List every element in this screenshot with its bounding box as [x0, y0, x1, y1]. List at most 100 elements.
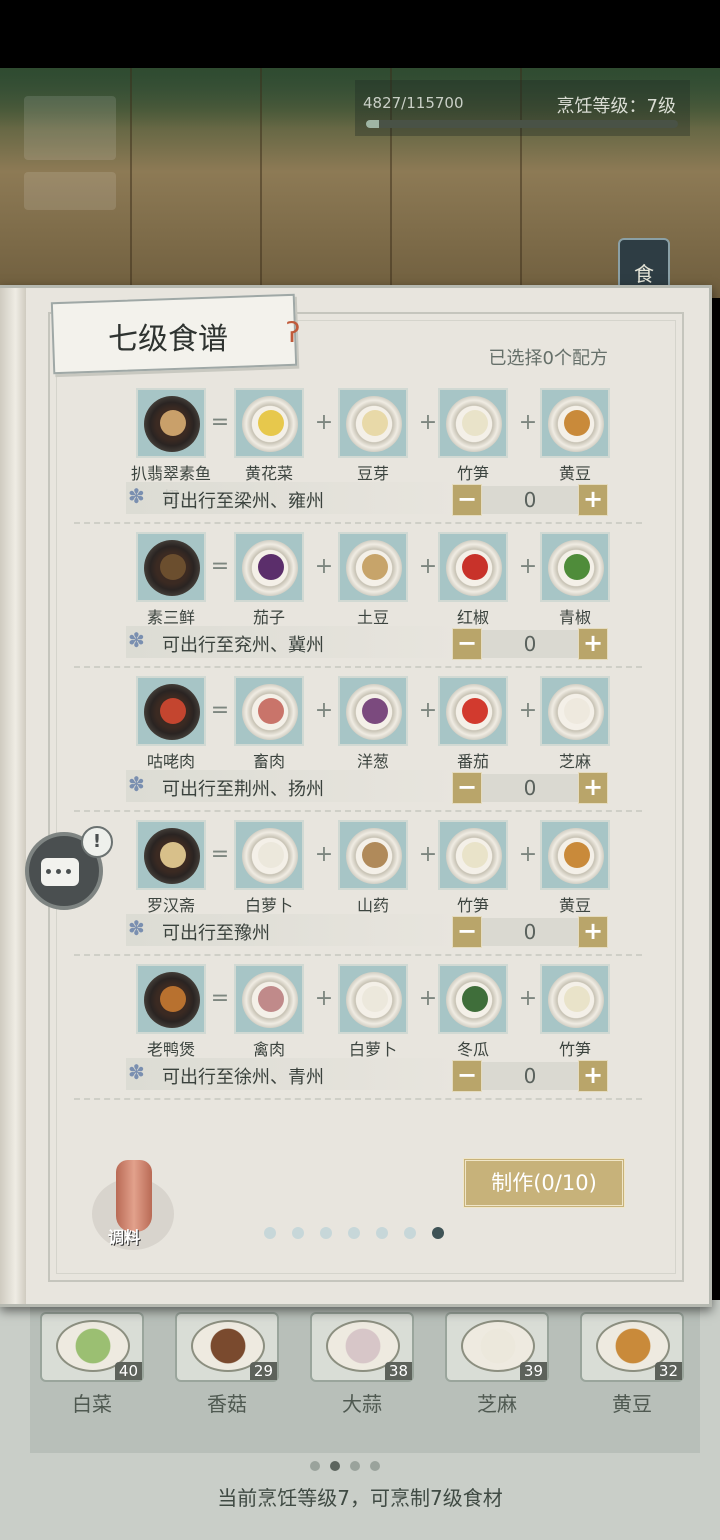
ingredient-image[interactable]: [234, 964, 304, 1034]
row-divider: [74, 1098, 642, 1100]
inventory-page-dot[interactable]: [310, 1461, 320, 1471]
increase-button[interactable]: +: [578, 772, 608, 804]
dish-image[interactable]: [136, 388, 206, 458]
seasoning-button[interactable]: 调料: [92, 1160, 176, 1250]
inventory-item[interactable]: 32: [580, 1312, 684, 1382]
recipe-row: 咕咾肉 = 畜肉 + 洋葱 + 番茄 + 芝麻 ✽ 可出行至荆州、扬州 − 0 +: [70, 676, 640, 820]
wood-plank: [260, 68, 262, 298]
plus-sign: +: [314, 986, 334, 1011]
page-dot[interactable]: [376, 1227, 388, 1239]
quantity-value: 0: [523, 632, 537, 656]
ingredient-name: 禽肉: [252, 1040, 285, 1059]
ingredient-name: 黄豆: [558, 896, 591, 915]
dish-name: 素三鲜: [146, 608, 195, 627]
plus-sign: +: [418, 698, 438, 723]
xp-text: 4827/115700: [363, 94, 464, 112]
increase-button[interactable]: +: [578, 484, 608, 516]
inventory-item[interactable]: 29: [175, 1312, 279, 1382]
dish-image[interactable]: [136, 676, 206, 746]
quantity-stepper: − 0 +: [452, 484, 608, 516]
ingredient-name: 洋葱: [356, 752, 389, 771]
ingredient-name: 畜肉: [252, 752, 285, 771]
equals-sign: =: [210, 554, 230, 579]
chat-button[interactable]: !: [25, 826, 113, 910]
xp-bar: [366, 120, 678, 128]
page-dot[interactable]: [320, 1227, 332, 1239]
ingredient-image[interactable]: [540, 532, 610, 602]
dish-image[interactable]: [136, 532, 206, 602]
ingredient-image[interactable]: [234, 820, 304, 890]
ingredient-name: 冬瓜: [456, 1040, 489, 1059]
equals-sign: =: [210, 698, 230, 723]
item-name: 芝麻: [477, 1392, 517, 1416]
ingredient-image[interactable]: [438, 388, 508, 458]
ingredient-image[interactable]: [540, 820, 610, 890]
equals-sign: =: [210, 842, 230, 867]
plus-sign: +: [518, 410, 538, 435]
ingredient-name: 土豆: [356, 608, 389, 627]
flower-icon: ✽: [128, 628, 145, 652]
ingredient-image[interactable]: [234, 388, 304, 458]
plus-sign: +: [418, 986, 438, 1011]
inventory-page-dot[interactable]: [330, 1461, 340, 1471]
ingredient-image[interactable]: [338, 388, 408, 458]
quantity-stepper: − 0 +: [452, 628, 608, 660]
plus-sign: +: [518, 842, 538, 867]
flower-icon: ✽: [128, 1060, 145, 1084]
page-dot[interactable]: [432, 1227, 444, 1239]
cooking-level-note: 当前烹饪等级7，可烹制7级食材: [217, 1486, 503, 1510]
selected-count: 已选择0个配方: [488, 348, 608, 369]
book-title: 七级食谱: [108, 322, 228, 357]
chat-bubble-icon: [41, 858, 79, 886]
page-dot[interactable]: [292, 1227, 304, 1239]
ingredient-image[interactable]: [540, 676, 610, 746]
ingredient-image[interactable]: [540, 964, 610, 1034]
item-count: 29: [249, 1362, 277, 1380]
plus-sign: +: [314, 410, 334, 435]
page-dot[interactable]: [348, 1227, 360, 1239]
dish-name: 老鸭煲: [146, 1040, 195, 1059]
page-dot[interactable]: [264, 1227, 276, 1239]
item-name: 白菜: [72, 1392, 112, 1416]
destination-text: 可出行至荆州、扬州: [162, 779, 324, 800]
row-divider: [74, 522, 642, 524]
ingredient-image[interactable]: [338, 532, 408, 602]
item-count: 40: [114, 1362, 142, 1380]
plus-sign: +: [418, 554, 438, 579]
plus-sign: +: [314, 842, 334, 867]
inventory-item[interactable]: 39: [445, 1312, 549, 1382]
ingredient-image[interactable]: [438, 964, 508, 1034]
ingredient-image[interactable]: [438, 532, 508, 602]
make-button[interactable]: 制作(0/10): [463, 1158, 625, 1208]
dish-image[interactable]: [136, 820, 206, 890]
quantity-value: 0: [523, 920, 537, 944]
plus-sign: +: [314, 554, 334, 579]
inventory-page-dot[interactable]: [350, 1461, 360, 1471]
inventory-item[interactable]: 40: [40, 1312, 144, 1382]
plus-sign: +: [518, 698, 538, 723]
ingredient-image[interactable]: [438, 676, 508, 746]
quantity-stepper: − 0 +: [452, 772, 608, 804]
quantity-stepper: − 0 +: [452, 1060, 608, 1092]
ingredient-image[interactable]: [338, 964, 408, 1034]
page-dot[interactable]: [404, 1227, 416, 1239]
book-spine: [0, 288, 26, 1304]
inventory-item[interactable]: 38: [310, 1312, 414, 1382]
ingredient-name: 黄豆: [558, 464, 591, 483]
ingredient-name: 黄花菜: [244, 464, 293, 483]
increase-button[interactable]: +: [578, 1060, 608, 1092]
ingredient-image[interactable]: [234, 676, 304, 746]
dish-name: 罗汉斋: [146, 896, 195, 915]
ingredient-image[interactable]: [338, 820, 408, 890]
ingredient-image[interactable]: [338, 676, 408, 746]
dish-image[interactable]: [136, 964, 206, 1034]
ingredient-image[interactable]: [438, 820, 508, 890]
ingredient-image[interactable]: [540, 388, 610, 458]
inventory-page-dot[interactable]: [370, 1461, 380, 1471]
inventory-page-dots: [310, 1456, 390, 1475]
increase-button[interactable]: +: [578, 628, 608, 660]
item-count: 32: [654, 1362, 682, 1380]
item-name: 大蒜: [342, 1392, 382, 1416]
ingredient-image[interactable]: [234, 532, 304, 602]
increase-button[interactable]: +: [578, 916, 608, 948]
